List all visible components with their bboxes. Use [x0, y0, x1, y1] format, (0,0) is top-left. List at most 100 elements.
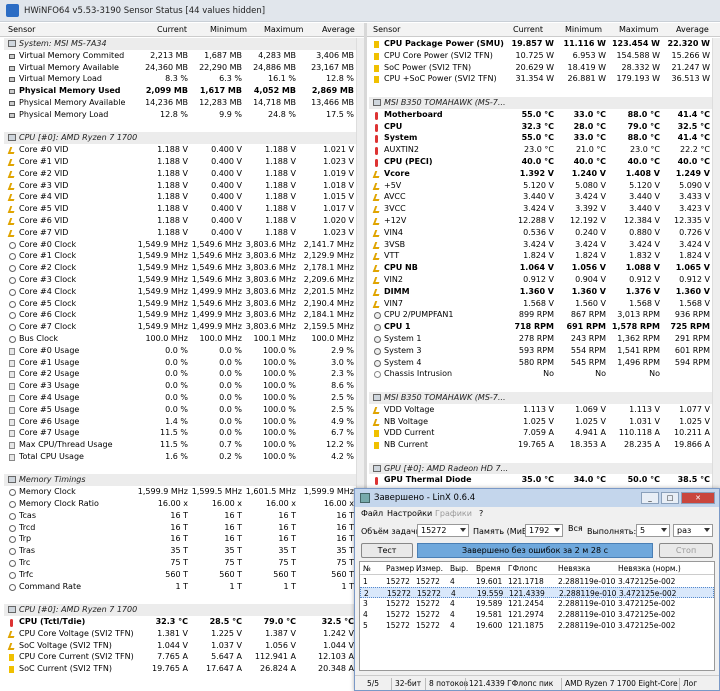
sensor-row-core-1-vid[interactable]: Core #1 VID 1.188 V 0.400 V 1.188 V 1.023 V: [4, 156, 356, 168]
sensor-row-physical-memory-available[interactable]: Physical Memory Available 14,236 MB 12,283…: [4, 97, 356, 109]
sensor-group-header[interactable]: System: MSI MS-7A34: [4, 38, 356, 50]
sensor-row-chassis-intrusion[interactable]: Chassis Intrusion No No No: [369, 368, 712, 380]
memory-select[interactable]: 1792: [525, 524, 563, 537]
sensor-row-core-7-usage[interactable]: Core #7 Usage 11.5 % 0.0 % 100.0 % 6.7 %: [4, 427, 356, 439]
sensor-row-core-7-clock[interactable]: Core #7 Clock 1,549.9 MHz 1,499.9 MHz 3,803…: [4, 321, 356, 333]
grid-header-cell[interactable]: Невязка: [558, 564, 590, 573]
sensor-row-nb-voltage[interactable]: NB Voltage 1.025 V 1.025 V 1.031 V 1.025 V: [369, 416, 712, 428]
sensor-row-core-3-usage[interactable]: Core #3 Usage 0.0 % 0.0 % 100.0 % 8.6 %: [4, 380, 356, 392]
sensor-row-core-4-clock[interactable]: Core #4 Clock 1,549.9 MHz 1,499.9 MHz 3,803…: [4, 286, 356, 298]
sensor-row-core-1-clock[interactable]: Core #1 Clock 1,549.9 MHz 1,549.6 MHz 3,803…: [4, 250, 356, 262]
sensor-row-soc-power-svi2-tfn[interactable]: SoC Power (SVI2 TFN) 20.629 W 18.419 W 28.3…: [369, 62, 712, 74]
sensor-row-3vcc[interactable]: 3VCC 3.424 V 3.392 V 3.440 V 3.423 V: [369, 203, 712, 215]
sensor-row-physical-memory-used[interactable]: Physical Memory Used 2,099 MB 1,617 MB 4,05…: [4, 85, 356, 97]
sensor-row-physical-memory-load[interactable]: Physical Memory Load 12.8 % 9.9 % 24.8 % 17.…: [4, 109, 356, 121]
sensor-row-core-0-vid[interactable]: Core #0 VID 1.188 V 0.400 V 1.188 V 1.021 V: [4, 144, 356, 156]
sensor-row-core-2-usage[interactable]: Core #2 Usage 0.0 % 0.0 % 100.0 % 2.3 %: [4, 368, 356, 380]
header-average[interactable]: Average: [322, 25, 355, 34]
maximize-button[interactable]: □: [661, 492, 679, 504]
sensor-row-cpu-soc-power-svi2-tfn[interactable]: CPU +SoC Power (SVI2 TFN) 31.354 W 26.881 …: [369, 73, 712, 85]
grid-row[interactable]: 1 15272 15272 4 19.601 121.1718 2.288119e-010 3…: [360, 576, 714, 587]
sensor-row-system-4[interactable]: System 4 580 RPM 545 RPM 1,496 RPM 594 RPM: [369, 357, 712, 369]
sensor-row-core-4-vid[interactable]: Core #4 VID 1.188 V 0.400 V 1.188 V 1.015 V: [4, 191, 356, 203]
header-average-right[interactable]: Average: [676, 25, 709, 34]
sensor-row-system-1[interactable]: System 1 278 RPM 243 RPM 1,362 RPM 291 RPM: [369, 333, 712, 345]
sensor-row-trp[interactable]: Trp 16 T 16 T 16 T 16 T: [4, 533, 356, 545]
sensor-row-core-1-usage[interactable]: Core #1 Usage 0.0 % 0.0 % 100.0 % 3.0 %: [4, 357, 356, 369]
stop-button[interactable]: Стоп: [659, 543, 713, 558]
sensor-group-header[interactable]: GPU [#0]: AMD Radeon HD 7...: [369, 462, 712, 475]
sensor-row-tcas[interactable]: Tcas 16 T 16 T 16 T 16 T: [4, 510, 356, 522]
header-maximum-right[interactable]: Maximum: [619, 25, 658, 34]
menu-settings[interactable]: Настройки: [387, 509, 432, 518]
sensor-row-cpu-core-voltage-svi2-tfn[interactable]: CPU Core Voltage (SVI2 TFN) 1.381 V 1.225 …: [4, 628, 356, 640]
grid-header-cell[interactable]: №: [363, 564, 371, 573]
sensor-row-vdd-voltage[interactable]: VDD Voltage 1.113 V 1.069 V 1.113 V 1.077 V: [369, 404, 712, 416]
sensor-row-dimm[interactable]: DIMM 1.360 V 1.360 V 1.376 V 1.360 V: [369, 286, 712, 298]
grid-row[interactable]: 2 15272 15272 4 19.559 121.4339 2.288119e-010 3…: [360, 587, 714, 598]
sensor-row-core-5-clock[interactable]: Core #5 Clock 1,549.9 MHz 1,549.6 MHz 3,803…: [4, 298, 356, 310]
sensor-row-core-6-usage[interactable]: Core #6 Usage 1.4 % 0.0 % 100.0 % 4.9 %: [4, 416, 356, 428]
sensor-row-core-0-clock[interactable]: Core #0 Clock 1,549.9 MHz 1,549.6 MHz 3,803…: [4, 239, 356, 251]
sensor-row-trc[interactable]: Trc 75 T 75 T 75 T 75 T: [4, 557, 356, 569]
sensor-row-trcd[interactable]: Trcd 16 T 16 T 16 T 16 T: [4, 522, 356, 534]
sensor-group-header[interactable]: CPU [#0]: AMD Ryzen 7 1700: [4, 604, 356, 617]
sensor-row-12v[interactable]: +12V 12.288 V 12.192 V 12.384 V 12.335 V: [369, 215, 712, 227]
sensor-row-core-5-vid[interactable]: Core #5 VID 1.188 V 0.400 V 1.188 V 1.017 V: [4, 203, 356, 215]
sensor-row-core-4-usage[interactable]: Core #4 Usage 0.0 % 0.0 % 100.0 % 2.5 %: [4, 392, 356, 404]
grid-row[interactable]: 4 15272 15272 4 19.581 121.2974 2.288119e-010 3…: [360, 609, 714, 620]
sensor-row-vtt[interactable]: VTT 1.824 V 1.824 V 1.832 V 1.824 V: [369, 250, 712, 262]
sensor-row-core-7-vid[interactable]: Core #7 VID 1.188 V 0.400 V 1.188 V 1.023 V: [4, 227, 356, 239]
menu-help[interactable]: ?: [479, 509, 483, 518]
sensor-row-cpu-tctl-tdie[interactable]: CPU (Tctl/Tdie) 32.3 °C 28.5 °C 79.0 °C 32.5…: [4, 616, 356, 628]
sensor-row-max-cpu-thread-usage[interactable]: Max CPU/Thread Usage 11.5 % 0.7 % 100.0 % 12…: [4, 439, 356, 451]
sensor-row-3vsb[interactable]: 3VSB 3.424 V 3.424 V 3.424 V 3.424 V: [369, 239, 712, 251]
sensor-row-cpu-nb[interactable]: CPU NB 1.064 V 1.056 V 1.088 V 1.065 V: [369, 262, 712, 274]
grid-header-cell[interactable]: Размер: [386, 564, 414, 573]
header-current-right[interactable]: Current: [513, 25, 543, 34]
test-button[interactable]: Тест: [361, 543, 413, 558]
header-maximum[interactable]: Maximum: [264, 25, 303, 34]
grid-header-cell[interactable]: Измер.: [416, 564, 443, 573]
sensor-row-system-3[interactable]: System 3 593 RPM 554 RPM 1,541 RPM 601 RPM: [369, 345, 712, 357]
sensor-row-vin7[interactable]: VIN7 1.568 V 1.560 V 1.568 V 1.568 V: [369, 298, 712, 310]
right-scrollbar[interactable]: [712, 38, 720, 488]
sensor-group-header[interactable]: MSI B350 TOMAHAWK (MS-7...: [369, 96, 712, 109]
sensor-row-cpu-core-power-svi2-tfn[interactable]: CPU Core Power (SVI2 TFN) 10.725 W 6.953 W…: [369, 50, 712, 62]
grid-header-cell[interactable]: Невязка (норм.): [618, 564, 681, 573]
sensor-row-soc-current-svi2-tfn[interactable]: SoC Current (SVI2 TFN) 19.765 A 17.647 A 26…: [4, 663, 356, 675]
header-minimum[interactable]: Minimum: [210, 25, 247, 34]
sensor-row-total-cpu-usage[interactable]: Total CPU Usage 1.6 % 0.2 % 100.0 % 4.2 %: [4, 451, 356, 463]
sensor-row-vdd-current[interactable]: VDD Current 7.059 A 4.941 A 110.118 A 10.211…: [369, 427, 712, 439]
sensor-row-virtual-memory-load[interactable]: Virtual Memory Load 8.3 % 6.3 % 16.1 % 12.8 …: [4, 73, 356, 85]
sensor-row-auxtin2[interactable]: AUXTIN2 23.0 °C 21.0 °C 23.0 °C 22.2 °C: [369, 144, 712, 156]
sensor-row-soc-voltage-svi2-tfn[interactable]: SoC Voltage (SVI2 TFN) 1.044 V 1.037 V 1.05…: [4, 640, 356, 652]
menu-file[interactable]: Файл: [361, 509, 383, 518]
close-button[interactable]: ✕: [681, 492, 715, 504]
header-sensor-right[interactable]: Sensor: [373, 25, 400, 34]
sensor-group-header[interactable]: Memory Timings: [4, 474, 356, 487]
sensor-row-virtual-memory-available[interactable]: Virtual Memory Available 24,360 MB 22,290 …: [4, 62, 356, 74]
sensor-row-tras[interactable]: Tras 35 T 35 T 35 T 35 T: [4, 545, 356, 557]
results-grid[interactable]: № Размер Измер. Выр. Время ГФлопс Невязка Невяз…: [359, 561, 715, 671]
sensor-row-cpu-package-power-smu[interactable]: CPU Package Power (SMU) 19.857 W 11.116 W 1…: [369, 38, 712, 50]
sensor-group-header[interactable]: MSI B350 TOMAHAWK (MS-7...: [369, 391, 712, 404]
grid-header-cell[interactable]: Время: [476, 564, 501, 573]
sensor-row-command-rate[interactable]: Command Rate 1 T 1 T 1 T 1 T: [4, 581, 356, 593]
sensor-row-trfc[interactable]: Trfc 560 T 560 T 560 T 560 T: [4, 569, 356, 581]
sensor-group-header[interactable]: CPU [#0]: AMD Ryzen 7 1700: [4, 132, 356, 145]
sensor-row-cpu-1[interactable]: CPU 1 718 RPM 691 RPM 1,578 RPM 725 RPM: [369, 321, 712, 333]
sensor-row-system[interactable]: System 55.0 °C 33.0 °C 88.0 °C 41.4 °C: [369, 132, 712, 144]
sensor-row-cpu-2-pumpfan1[interactable]: CPU 2/PUMPFAN1 899 RPM 867 RPM 3,013 RPM 936…: [369, 309, 712, 321]
sensor-row-memory-clock[interactable]: Memory Clock 1,599.9 MHz 1,599.5 MHz 1,601.…: [4, 486, 356, 498]
all-memory-checkbox-label[interactable]: Вся: [568, 524, 583, 533]
sensor-row-motherboard[interactable]: Motherboard 55.0 °C 33.0 °C 88.0 °C 41.4 °C: [369, 109, 712, 121]
sensor-row-vcore[interactable]: Vcore 1.392 V 1.240 V 1.408 V 1.249 V: [369, 168, 712, 180]
run-unit-select[interactable]: раз: [673, 524, 713, 537]
sensor-row-vin4[interactable]: VIN4 0.536 V 0.240 V 0.880 V 0.726 V: [369, 227, 712, 239]
sensor-row-core-6-clock[interactable]: Core #6 Clock 1,549.9 MHz 1,499.9 MHz 3,803…: [4, 309, 356, 321]
run-count-select[interactable]: 5: [636, 524, 670, 537]
sensor-row-cpu[interactable]: CPU 32.3 °C 28.0 °C 79.0 °C 32.5 °C: [369, 121, 712, 133]
grid-row[interactable]: 5 15272 15272 4 19.600 121.1875 2.288119e-010 3…: [360, 620, 714, 631]
header-minimum-right[interactable]: Minimum: [565, 25, 602, 34]
